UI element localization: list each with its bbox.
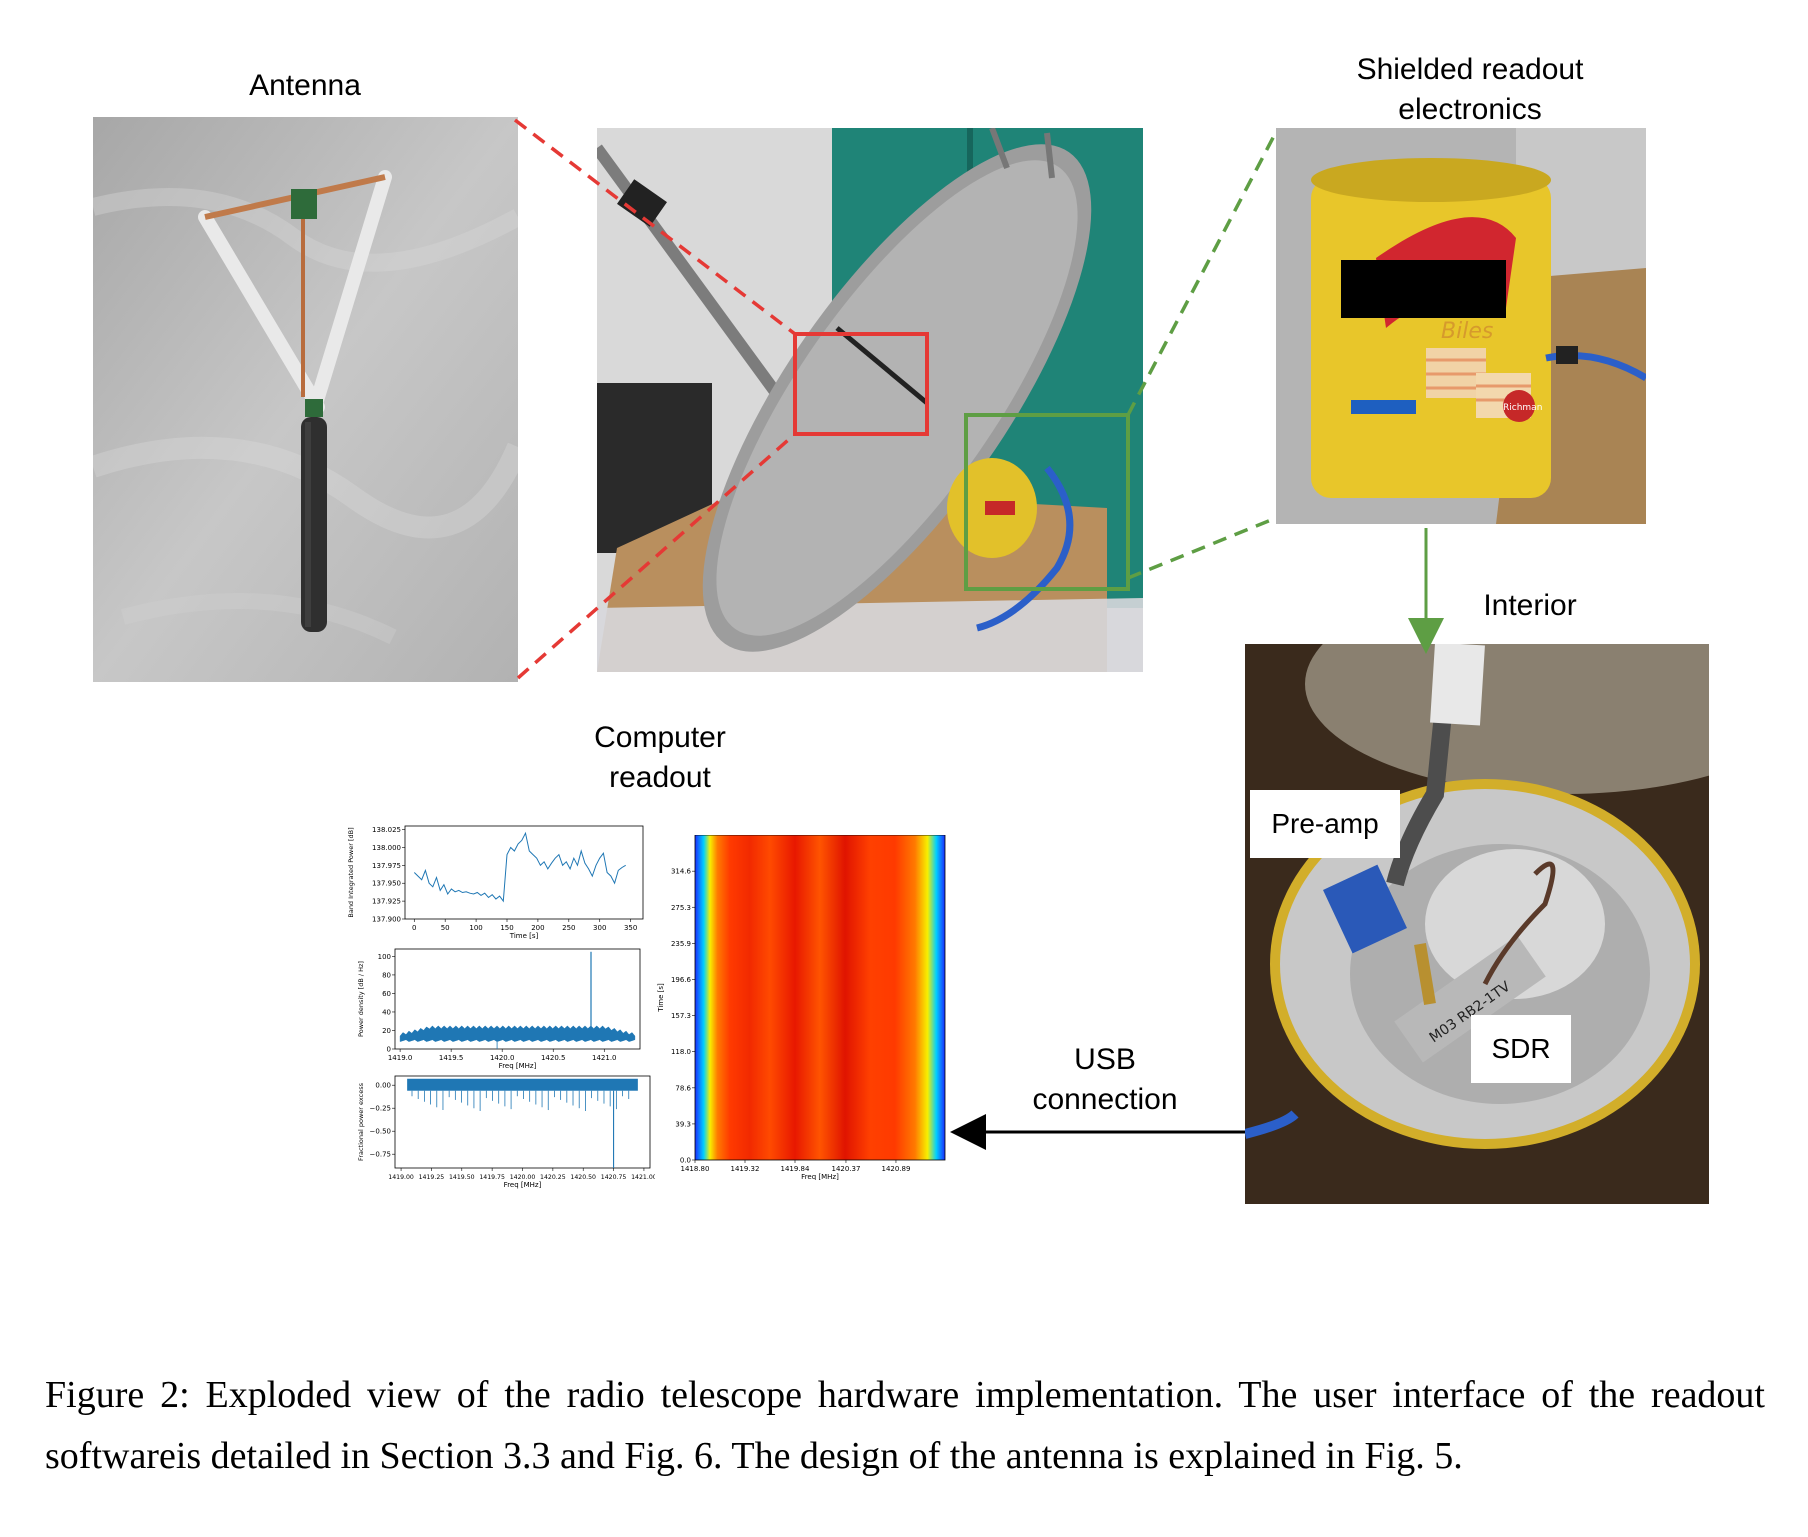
computer-label-line1: Computer [594, 721, 726, 754]
interior-label: Interior [1483, 589, 1577, 622]
can-brand-text: Biles [1441, 319, 1493, 344]
shielded-electronics-label: Shielded readout electronics [1290, 50, 1650, 130]
usb-label-line1: USB [1074, 1043, 1136, 1076]
y-tick-label: 0 [387, 1046, 391, 1054]
antenna-label: Antenna [249, 69, 361, 102]
usb-label-line2: connection [1032, 1083, 1178, 1116]
dish-photo [597, 128, 1143, 672]
x-tick-label: 1418.80 [681, 1165, 710, 1173]
shielded-label-line1: Shielded readout [1356, 53, 1584, 86]
waterfall-heatmap-plot: 1418.80 1419.32 1419.84 1420.37 1420.89 0.0 39… [657, 835, 946, 1180]
x-tick-label: 1420.5 [541, 1054, 566, 1062]
y-tick-label: 100 [378, 953, 391, 961]
density-band [399, 1025, 636, 1042]
x-tick-label: 1419.75 [479, 1174, 505, 1181]
preamp-label: Pre-amp [1250, 790, 1400, 858]
x-tick-label: 150 [500, 924, 513, 932]
y-tick-label: −0.50 [370, 1128, 391, 1136]
x-tick-label: 200 [531, 924, 544, 932]
y-tick-label: −0.75 [370, 1151, 391, 1159]
computer-label-line2: readout [609, 761, 711, 794]
green-dashed-connector-top [1126, 131, 1278, 416]
sdr-label: SDR [1471, 1015, 1571, 1083]
x-tick-label: 1420.50 [570, 1174, 596, 1181]
power-density-plot: 1419.0 1419.5 1420.0 1420.5 1421.0 0 20 40 60 80 1… [357, 948, 641, 1070]
x-tick-label: 1420.37 [831, 1165, 860, 1173]
x-tick-label: 50 [441, 924, 450, 932]
y-tick-label: 157.3 [671, 1012, 691, 1020]
y-tick-label: 138.000 [372, 844, 401, 852]
y-tick-label: 80 [382, 971, 391, 979]
y-tick-label: 196.6 [671, 976, 692, 984]
y-tick-label: 137.900 [372, 916, 401, 924]
x-tick-label: 1420.89 [881, 1165, 910, 1173]
x-tick-label: 1421.00 [631, 1174, 655, 1181]
y-axis-label: Band Integrated Power [dB] [347, 827, 355, 917]
x-tick-label: 1419.84 [781, 1165, 810, 1173]
x-tick-label: 1419.00 [388, 1174, 414, 1181]
x-tick-label: 0 [412, 924, 416, 932]
y-tick-label: 78.6 [675, 1084, 691, 1092]
x-tick-label: 1420.0 [490, 1054, 515, 1062]
x-tick-label: 350 [624, 924, 637, 932]
y-axis-label: Power density [dB / Hz] [357, 961, 365, 1037]
x-tick-label: 1421.0 [592, 1054, 617, 1062]
excess-band [407, 1078, 638, 1091]
green-dashed-connector-bottom [1127, 516, 1277, 580]
y-axis-label: Time [s] [657, 983, 665, 1013]
series-line [413, 831, 626, 903]
y-tick-label: 40 [382, 1008, 391, 1016]
shielded-electronics-photo: Biles Richman [1276, 128, 1646, 524]
x-tick-label: 1419.5 [439, 1054, 464, 1062]
antenna-photo [93, 117, 518, 682]
y-tick-label: 39.3 [675, 1120, 691, 1128]
x-tick-label: 1419.32 [731, 1165, 760, 1173]
y-tick-label: 137.950 [372, 880, 401, 888]
y-tick-label: 0.00 [375, 1082, 391, 1090]
x-tick-label: 1420.00 [510, 1174, 536, 1181]
computer-readout-label: Computer readout [540, 718, 780, 798]
x-axis-label: Time [s] [509, 932, 539, 940]
power-excess-plot: 1419.00 1419.25 1419.50 1419.75 1420.00 1420.… [357, 1075, 655, 1189]
y-tick-label: 60 [382, 990, 391, 998]
shielded-label-line2: electronics [1398, 93, 1542, 126]
y-tick-label: 118.0 [671, 1048, 691, 1056]
x-tick-label: 1419.50 [449, 1174, 475, 1181]
figure-caption: Figure 2: Exploded view of the radio tel… [45, 1374, 1765, 1477]
y-tick-label: −0.25 [370, 1105, 391, 1113]
x-axis-label: Freq [MHz] [499, 1062, 537, 1070]
x-tick-label: 300 [593, 924, 606, 932]
x-tick-label: 1420.25 [540, 1174, 566, 1181]
x-axis-label: Freq [MHz] [504, 1181, 542, 1189]
x-tick-label: 1420.75 [601, 1174, 627, 1181]
y-axis-label: Fractional power excess [357, 1082, 365, 1161]
band-power-plot: 0 50 100 150 200 250 300 350 137.900 137.925 137.9… [347, 825, 644, 940]
can-logo-text: Richman [1503, 403, 1542, 413]
x-tick-label: 1419.0 [388, 1054, 413, 1062]
y-tick-label: 314.6 [671, 868, 692, 876]
y-tick-label: 138.025 [372, 826, 401, 834]
y-tick-label: 20 [382, 1027, 391, 1035]
y-tick-label: 137.925 [372, 898, 401, 906]
usb-connection-label: USB connection [1000, 1040, 1210, 1120]
x-tick-label: 1419.25 [419, 1174, 445, 1181]
y-tick-label: 0.0 [680, 1157, 691, 1165]
interior-photo: M03 RB2-1TV [1245, 644, 1709, 1204]
heatmap-image [695, 835, 945, 1160]
y-tick-label: 235.9 [671, 940, 691, 948]
y-tick-label: 137.975 [372, 862, 401, 870]
x-axis-label: Freq [MHz] [801, 1173, 839, 1180]
x-tick-label: 100 [469, 924, 482, 932]
y-tick-label: 275.3 [671, 904, 691, 912]
x-tick-label: 250 [562, 924, 575, 932]
